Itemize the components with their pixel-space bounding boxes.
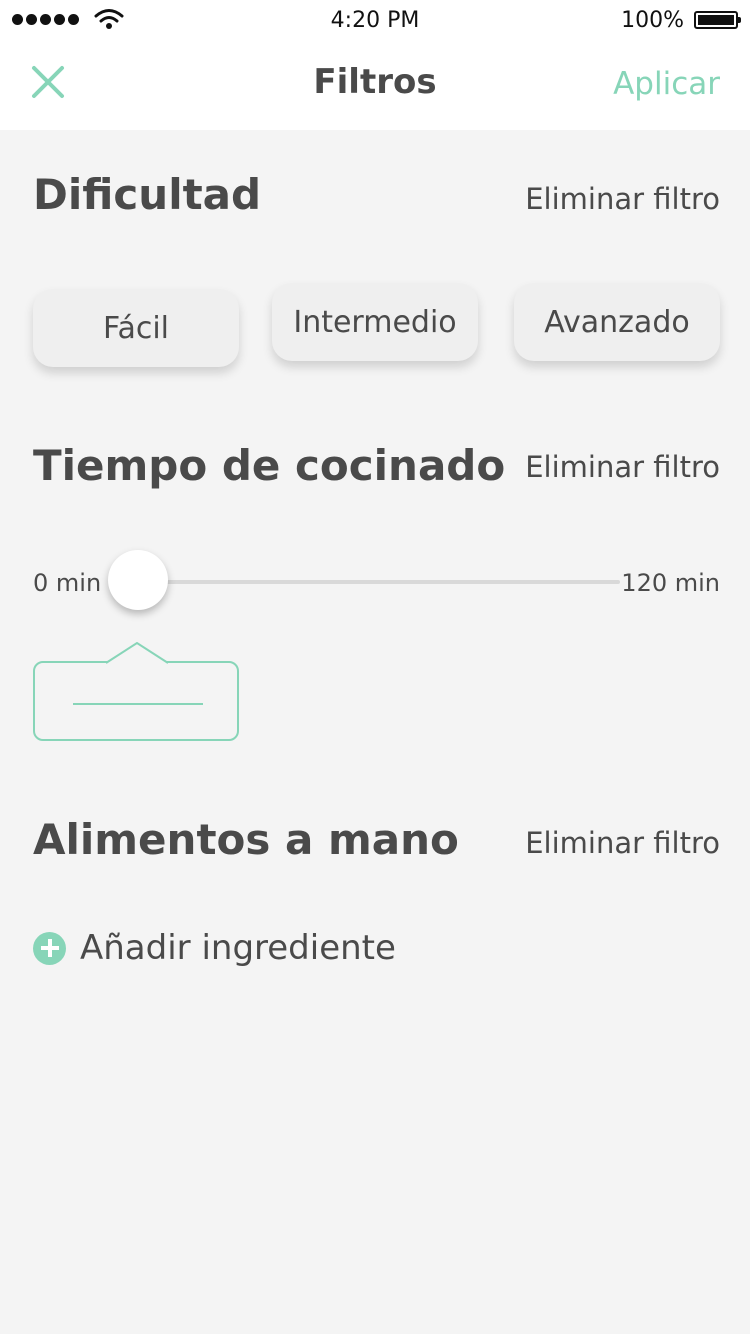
cooking-time-remove-filter-button[interactable]: Eliminar filtro [525, 450, 720, 484]
difficulty-remove-filter-button[interactable]: Eliminar filtro [525, 182, 720, 216]
difficulty-option-easy[interactable]: Fácil [33, 289, 239, 367]
difficulty-option-advanced[interactable]: Avanzado [514, 283, 720, 361]
apply-button[interactable]: Aplicar [613, 66, 720, 102]
nav-bar: Filtros Aplicar [0, 40, 750, 130]
status-bar: 4:20 PM 100% [0, 0, 750, 40]
cooking-time-title: Tiempo de cocinado [33, 441, 506, 490]
slider-min-label: 0 min [33, 569, 102, 597]
battery-icon [694, 11, 741, 29]
tooltip-value-placeholder [73, 703, 203, 705]
slider-max-label: 120 min [621, 569, 720, 597]
time-slider-thumb[interactable] [108, 550, 168, 610]
add-ingredient-label: Añadir ingrediente [80, 928, 396, 968]
ingredients-remove-filter-button[interactable]: Eliminar filtro [525, 826, 720, 860]
slider-value-tooltip [33, 661, 239, 741]
add-ingredient-button[interactable]: Añadir ingrediente [33, 928, 396, 968]
tooltip-arrow-icon [106, 642, 168, 664]
battery-percentage: 100% [621, 8, 684, 33]
difficulty-title: Dificultad [33, 170, 262, 219]
plus-circle-icon [33, 931, 66, 965]
time-slider-track[interactable] [138, 580, 620, 584]
difficulty-option-intermediate[interactable]: Intermedio [272, 283, 478, 361]
ingredients-title: Alimentos a mano [33, 815, 459, 864]
